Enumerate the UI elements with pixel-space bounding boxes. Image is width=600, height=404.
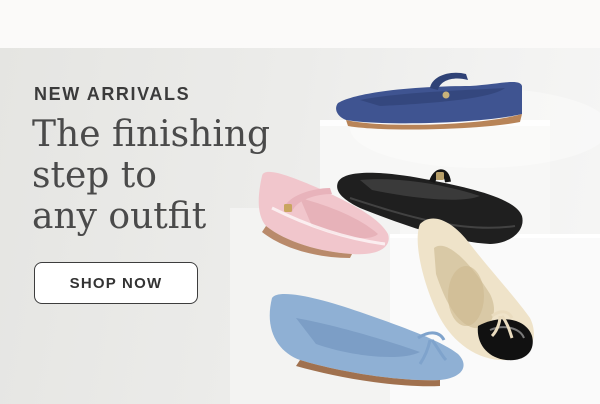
headline-line-2: step to — [32, 155, 157, 196]
shop-now-button[interactable]: SHOP NOW — [34, 262, 198, 304]
headline: The finishing step to any outfit — [32, 114, 282, 237]
headline-line-3: any outfit — [32, 196, 207, 237]
blue-raffia-mary-jane — [336, 72, 522, 130]
hero-banner[interactable]: NEW ARRIVALS The finishing step to any o… — [0, 48, 600, 404]
eyebrow-label: NEW ARRIVALS — [34, 84, 191, 104]
top-strip — [0, 0, 600, 48]
headline-line-1: The finishing — [32, 114, 271, 155]
